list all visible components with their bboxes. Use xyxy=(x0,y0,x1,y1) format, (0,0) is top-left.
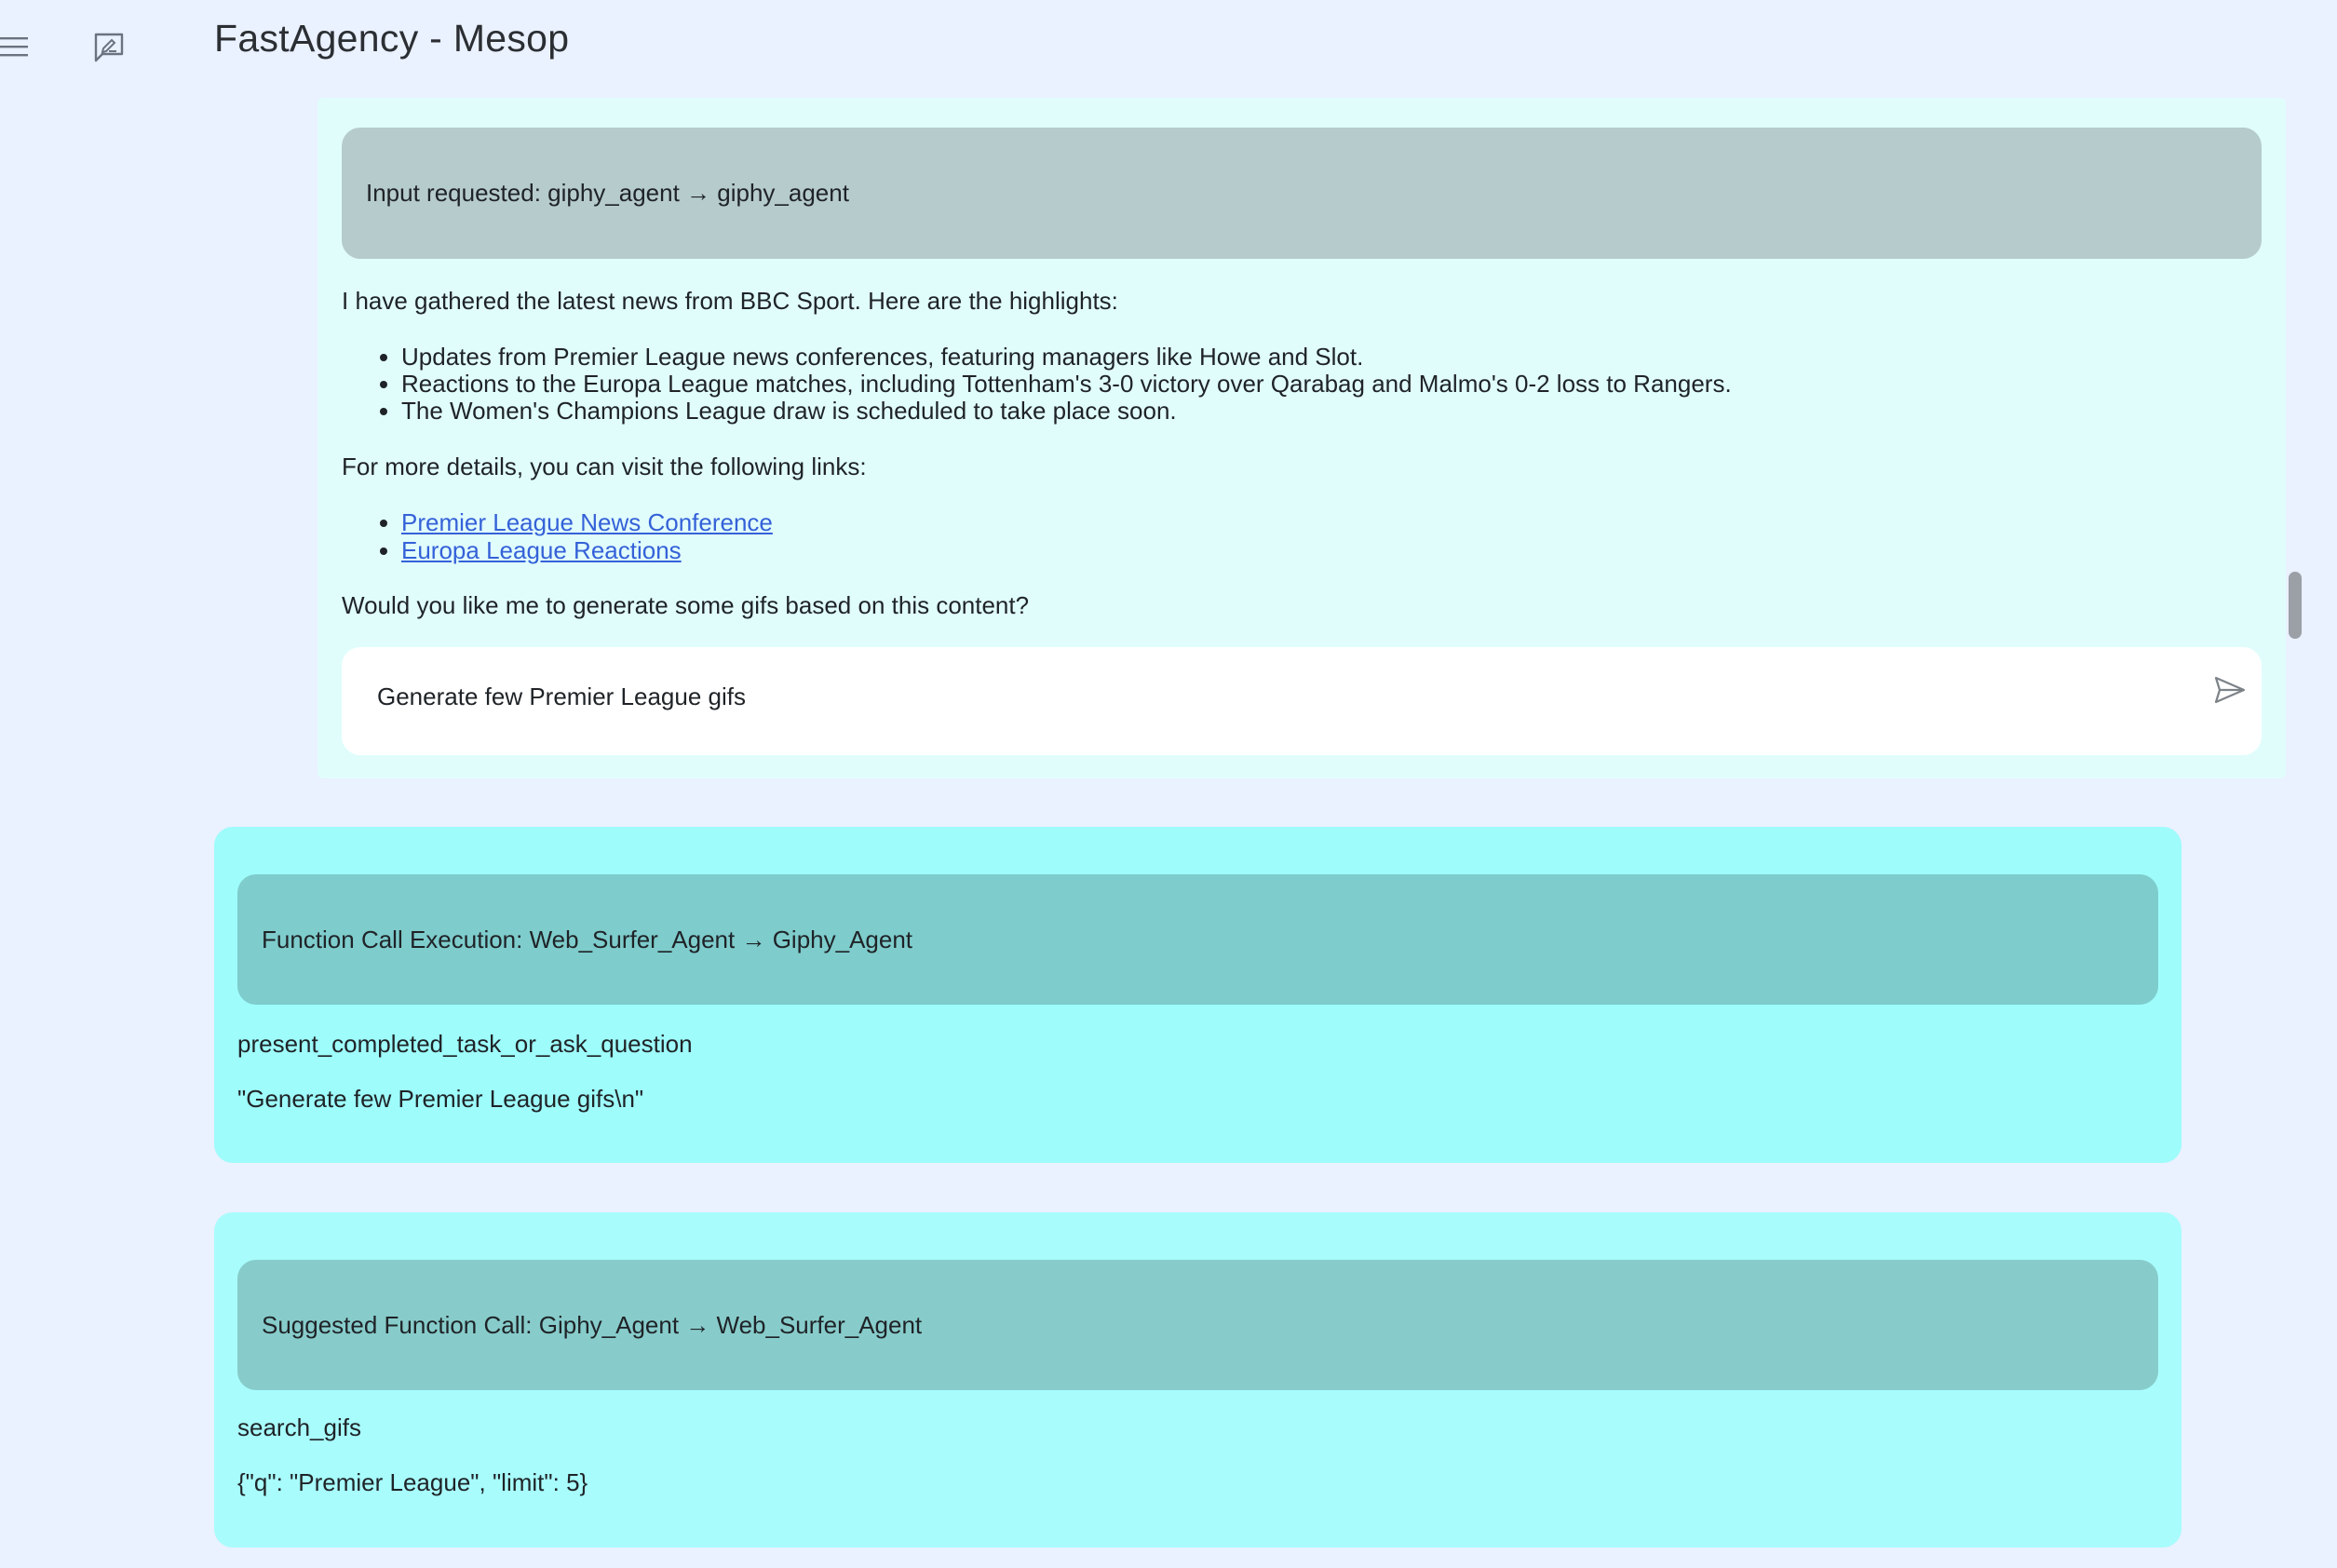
chat-bubble-edit-icon[interactable] xyxy=(93,32,125,63)
function-name: search_gifs xyxy=(237,1413,361,1441)
list-item: Updates from Premier League news confere… xyxy=(401,344,1732,371)
scrollbar-thumb[interactable] xyxy=(2289,572,2302,639)
list-item: Premier League News Conference xyxy=(401,508,773,536)
link-europa-league-reactions[interactable]: Europa League Reactions xyxy=(401,536,682,564)
send-arrow-icon[interactable] xyxy=(2213,675,2247,705)
function-arguments: "Generate few Premier League gifs\n" xyxy=(237,1085,644,1113)
links-list: Premier League News Conference Europa Le… xyxy=(342,508,773,564)
highlights-list: Updates from Premier League news confere… xyxy=(342,344,1732,425)
reply-input-box xyxy=(342,647,2262,755)
link-premier-league-news-conference[interactable]: Premier League News Conference xyxy=(401,508,773,536)
function-call-execution-header-text: Function Call Execution: Web_Surfer_Agen… xyxy=(262,925,913,953)
function-call-execution-card: Function Call Execution: Web_Surfer_Agen… xyxy=(214,827,2182,1163)
suggested-function-call-header-text: Suggested Function Call: Giphy_Agent → W… xyxy=(262,1310,923,1339)
list-item: Europa League Reactions xyxy=(401,536,773,564)
list-item: Reactions to the Europa League matches, … xyxy=(401,371,1732,398)
reply-input[interactable] xyxy=(377,683,2146,711)
message-intro: I have gathered the latest news from BBC… xyxy=(342,287,1118,315)
follow-up-question: Would you like me to generate some gifs … xyxy=(342,591,1030,619)
input-request-header-text: Input requested: giphy_agent → giphy_age… xyxy=(366,179,849,207)
input-request-card: Input requested: giphy_agent → giphy_age… xyxy=(317,98,2286,778)
app-title: FastAgency - Mesop xyxy=(214,17,570,60)
function-arguments: {"q": "Premier League", "limit": 5} xyxy=(237,1468,588,1496)
suggested-function-call-card: Suggested Function Call: Giphy_Agent → W… xyxy=(214,1212,2182,1548)
list-item: The Women's Champions League draw is sch… xyxy=(401,398,1732,425)
function-name: present_completed_task_or_ask_question xyxy=(237,1030,693,1058)
links-intro: For more details, you can visit the foll… xyxy=(342,453,867,480)
function-call-execution-header: Function Call Execution: Web_Surfer_Agen… xyxy=(237,874,2158,1005)
top-bar: FastAgency - Mesop xyxy=(0,0,2337,93)
input-request-header: Input requested: giphy_agent → giphy_age… xyxy=(342,128,2262,259)
suggested-function-call-header: Suggested Function Call: Giphy_Agent → W… xyxy=(237,1260,2158,1390)
hamburger-menu-icon[interactable] xyxy=(0,35,28,58)
